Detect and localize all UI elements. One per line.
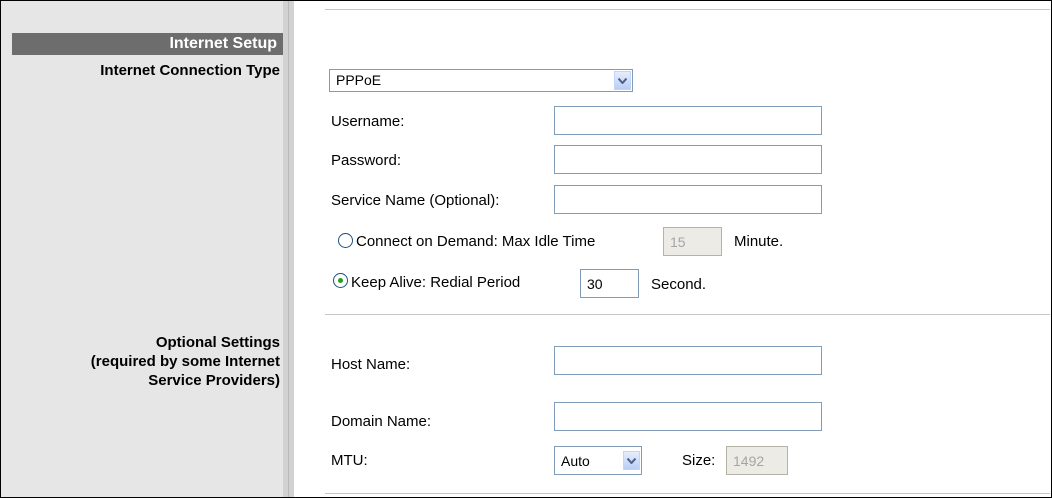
redial-period-unit: Second. [651, 276, 707, 293]
service-name-input[interactable] [554, 185, 822, 214]
domain-name-label: Domain Name: [331, 413, 432, 430]
mtu-select[interactable]: Auto [554, 446, 642, 475]
mtu-label: MTU: [331, 452, 368, 469]
keep-alive-label: Keep Alive: Redial Period [351, 274, 521, 291]
max-idle-time-input[interactable] [663, 227, 722, 256]
connection-type-label: Internet Connection Type [100, 62, 280, 79]
redial-period-input[interactable] [580, 269, 639, 298]
chevron-down-icon [623, 451, 640, 470]
connect-on-demand-label: Connect on Demand: Max Idle Time [356, 233, 596, 250]
domain-name-input[interactable] [554, 402, 822, 431]
host-name-label: Host Name: [331, 356, 411, 373]
username-label: Username: [331, 113, 405, 130]
password-label: Password: [331, 152, 402, 169]
mtu-value: Auto [561, 453, 590, 469]
connection-type-select[interactable]: PPPoE [329, 69, 633, 92]
radio-selected-dot [338, 278, 343, 283]
bottom-separator [325, 493, 1050, 494]
username-input[interactable] [554, 106, 822, 135]
optional-settings-title: Optional Settings [155, 334, 280, 351]
optional-settings-subtitle-1: (required by some Internet [90, 353, 280, 370]
service-name-label: Service Name (Optional): [331, 192, 500, 209]
mtu-size-input[interactable] [726, 446, 788, 475]
connection-type-value: PPPoE [336, 72, 382, 88]
section-separator [325, 314, 1050, 315]
host-name-input[interactable] [554, 346, 822, 375]
top-separator [325, 9, 1050, 10]
section-header: Internet Setup [12, 33, 283, 55]
column-divider [283, 1, 294, 497]
size-label: Size: [682, 452, 716, 469]
optional-settings-subtitle-2: Service Providers) [148, 372, 280, 389]
chevron-down-icon [614, 71, 631, 90]
password-input[interactable] [554, 145, 822, 174]
connect-on-demand-radio[interactable] [338, 233, 353, 248]
max-idle-time-unit: Minute. [734, 233, 784, 250]
keep-alive-radio[interactable] [333, 273, 348, 288]
